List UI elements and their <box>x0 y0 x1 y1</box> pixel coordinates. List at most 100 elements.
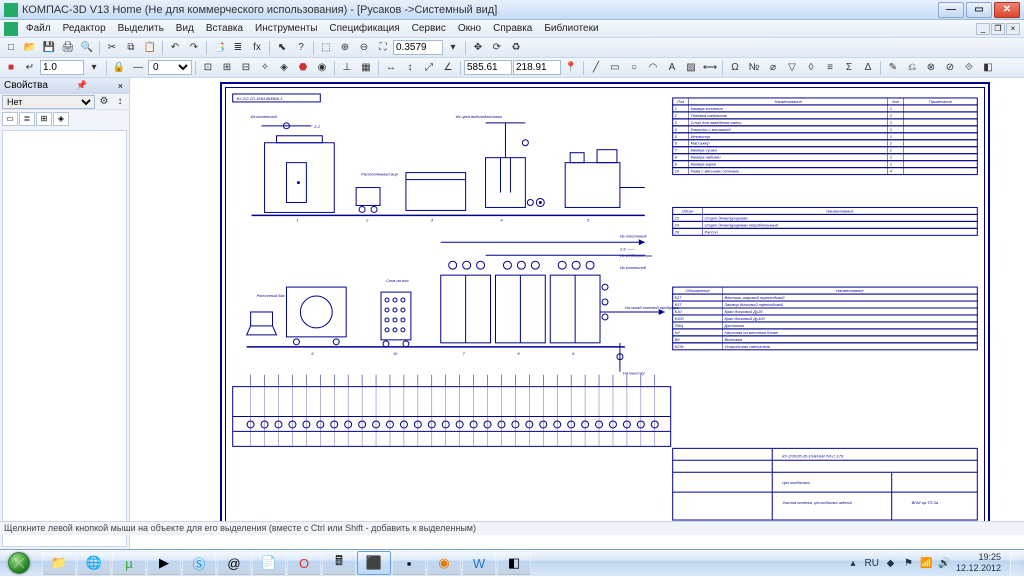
task-skype[interactable]: Ⓢ <box>182 551 216 575</box>
edit3-button[interactable]: ⊗ <box>922 60 940 76</box>
vars-button[interactable]: fx <box>248 40 266 56</box>
annot3-button[interactable]: ⌀ <box>764 60 782 76</box>
doc-menu-icon[interactable] <box>4 22 18 36</box>
annot1-button[interactable]: Ω <box>726 60 744 76</box>
task-utorrent[interactable]: µ <box>112 551 146 575</box>
redo-button[interactable]: ↷ <box>185 40 203 56</box>
annot8-button[interactable]: Δ <box>859 60 877 76</box>
menu-insert[interactable]: Вставка <box>200 21 249 36</box>
cut-button[interactable]: ✂ <box>103 40 121 56</box>
zoomout-button[interactable]: ⊖ <box>355 40 373 56</box>
show-desktop-button[interactable] <box>1010 550 1020 577</box>
layers-button[interactable]: ≣ <box>229 40 247 56</box>
menu-select[interactable]: Выделить <box>112 21 170 36</box>
menu-service[interactable]: Сервис <box>406 21 452 36</box>
zoomfit-button[interactable]: ⛶ <box>374 40 392 56</box>
zoom-dropdown[interactable]: ▾ <box>444 40 462 56</box>
minimize-button[interactable]: — <box>938 2 964 18</box>
start-button[interactable] <box>0 550 38 577</box>
tray-network-icon[interactable]: 📶 <box>920 557 933 570</box>
task-word[interactable]: W <box>462 551 496 575</box>
task-terminal[interactable]: ▪ <box>392 551 426 575</box>
geom-line[interactable]: ╱ <box>587 60 605 76</box>
ortho-button[interactable]: ⊥ <box>338 60 356 76</box>
menu-editor[interactable]: Редактор <box>57 21 112 36</box>
mdi-minimize[interactable]: _ <box>976 23 990 35</box>
save-button[interactable]: 💾 <box>40 40 58 56</box>
task-mail[interactable]: @ <box>217 551 251 575</box>
geom-dim[interactable]: ⟷ <box>701 60 719 76</box>
tray-app1-icon[interactable]: ◆ <box>884 557 897 570</box>
dim2-button[interactable]: ↕ <box>401 60 419 76</box>
cursor-button[interactable]: ⬉ <box>273 40 291 56</box>
dim3-button[interactable]: ⤢ <box>420 60 438 76</box>
panel-tab-1[interactable]: ▭ <box>2 112 18 126</box>
snap6-button[interactable]: ⬣ <box>294 60 312 76</box>
annot2-button[interactable]: № <box>745 60 763 76</box>
panel-tab-4[interactable]: ◈ <box>53 112 69 126</box>
refresh-button[interactable]: ♻ <box>507 40 525 56</box>
geom-circle[interactable]: ○ <box>625 60 643 76</box>
geom-hatch[interactable]: ▨ <box>682 60 700 76</box>
open-button[interactable]: 📂 <box>21 40 39 56</box>
scale-drop[interactable]: ▾ <box>85 60 103 76</box>
close-button[interactable]: ✕ <box>994 2 1020 18</box>
coord-y[interactable] <box>513 60 561 75</box>
edit5-button[interactable]: ⟐ <box>960 60 978 76</box>
step-select[interactable]: 0 <box>148 60 192 75</box>
stop-button[interactable]: ■ <box>2 60 20 76</box>
snap3-button[interactable]: ⊟ <box>237 60 255 76</box>
snap1-button[interactable]: ⊡ <box>199 60 217 76</box>
task-explorer[interactable]: 📁 <box>42 551 76 575</box>
tray-volume-icon[interactable]: 🔊 <box>938 557 951 570</box>
menu-tools[interactable]: Инструменты <box>249 21 323 36</box>
rotate-button[interactable]: ⟳ <box>488 40 506 56</box>
task-calc[interactable]: 🖩 <box>322 551 356 575</box>
panel-tab-2[interactable]: ≣ <box>19 112 35 126</box>
geom-rect[interactable]: ▭ <box>606 60 624 76</box>
mdi-close[interactable]: × <box>1006 23 1020 35</box>
new-button[interactable]: □ <box>2 40 20 56</box>
menu-file[interactable]: Файл <box>20 21 57 36</box>
annot6-button[interactable]: ≡ <box>821 60 839 76</box>
annot4-button[interactable]: ▽ <box>783 60 801 76</box>
paste-button[interactable]: 📋 <box>141 40 159 56</box>
edit1-button[interactable]: ✎ <box>884 60 902 76</box>
menu-spec[interactable]: Спецификация <box>323 21 405 36</box>
zoom-input[interactable] <box>393 40 443 55</box>
task-player[interactable]: ▶ <box>147 551 181 575</box>
drawing-canvas[interactable]: КУ-2/2-1Л-1/НИ-ВИ/ВШ-1 Из котельной 2.2 … <box>130 78 1024 549</box>
task-opera[interactable]: O <box>287 551 321 575</box>
preview-button[interactable]: 🔍 <box>78 40 96 56</box>
panel-sort-btn[interactable]: ↕ <box>113 95 127 108</box>
scale-input[interactable] <box>40 60 84 75</box>
apply-button[interactable]: ↵ <box>21 60 39 76</box>
task-media[interactable]: ◉ <box>427 551 461 575</box>
snap7-button[interactable]: ◉ <box>313 60 331 76</box>
menu-libs[interactable]: Библиотеки <box>538 21 604 36</box>
geom-arc[interactable]: ◠ <box>644 60 662 76</box>
tray-clock[interactable]: 19:2512.12.2012 <box>956 552 1005 574</box>
annot5-button[interactable]: ◊ <box>802 60 820 76</box>
task-kompas[interactable]: ⬛ <box>357 551 391 575</box>
menu-window[interactable]: Окно <box>452 21 487 36</box>
snap5-button[interactable]: ◈ <box>275 60 293 76</box>
panel-filter-select[interactable]: Нет <box>2 95 95 109</box>
task-app2[interactable]: ◧ <box>497 551 531 575</box>
tray-flag-icon[interactable]: ⚑ <box>902 557 915 570</box>
props-button[interactable]: 📑 <box>210 40 228 56</box>
panel-close[interactable]: × <box>116 81 125 91</box>
edit4-button[interactable]: ⊘ <box>941 60 959 76</box>
tray-expand-icon[interactable]: ▴ <box>847 557 860 570</box>
mdi-restore[interactable]: ❐ <box>991 23 1005 35</box>
task-notes[interactable]: 📄 <box>252 551 286 575</box>
panel-tab-3[interactable]: ⊞ <box>36 112 52 126</box>
print-button[interactable]: 🖨 <box>59 40 77 56</box>
edit6-button[interactable]: ◧ <box>979 60 997 76</box>
lock-button[interactable]: 🔒 <box>110 60 128 76</box>
copy-button[interactable]: ⧉ <box>122 40 140 56</box>
linestyle-button[interactable]: — <box>129 60 147 76</box>
snap2-button[interactable]: ⊞ <box>218 60 236 76</box>
geom-text[interactable]: A <box>663 60 681 76</box>
dim1-button[interactable]: ↔ <box>382 60 400 76</box>
